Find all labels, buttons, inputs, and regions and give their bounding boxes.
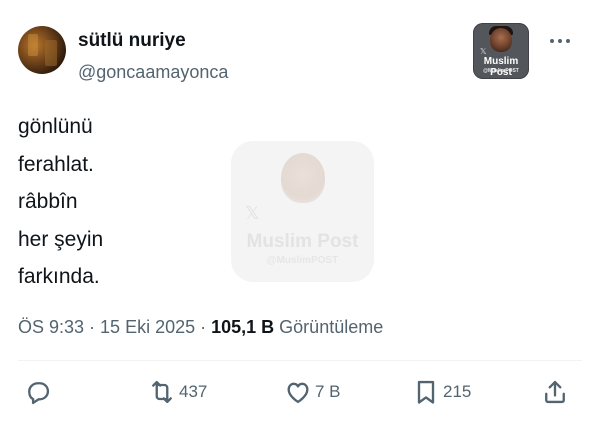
watermark-face xyxy=(281,153,325,203)
bookmark-count: 215 xyxy=(443,382,472,401)
tweet-line: gönlünü xyxy=(18,115,93,138)
watermark-handle: @MuslimPOST xyxy=(266,255,339,266)
meta-separator: · xyxy=(195,317,212,337)
tweet-text: gönlünü ferahlat. râbbîn her şeyin farkı… xyxy=(18,108,103,296)
brand-badge-face xyxy=(490,28,512,52)
author-display-name[interactable]: sütlü nuriye xyxy=(78,30,186,52)
watermark: 𝕏 Muslim Post @MuslimPOST xyxy=(231,141,374,282)
like-count: 7 B xyxy=(315,382,341,401)
tweet-line: her şeyin xyxy=(18,227,104,251)
retweet-button[interactable]: 437 xyxy=(148,375,207,409)
reply-button[interactable] xyxy=(24,375,52,409)
bookmark-button[interactable]: 215 xyxy=(412,375,471,409)
retweet-icon xyxy=(152,380,172,404)
more-icon[interactable] xyxy=(550,36,576,46)
tweet-time[interactable]: ÖS 9:33 xyxy=(18,317,84,337)
meta-separator: · xyxy=(84,317,101,337)
brand-badge-name: Muslim Post xyxy=(483,56,519,78)
share-icon xyxy=(545,380,565,404)
author-avatar[interactable] xyxy=(18,26,66,74)
views-count: 105,1 B xyxy=(211,317,275,337)
tweet-meta: ÖS 9:33 · 15 Eki 2025 · 105,1 B Görüntül… xyxy=(18,317,383,338)
brand-badge: 𝕏 Muslim Post @MuslimPOST xyxy=(473,23,529,79)
bookmark-icon xyxy=(417,380,435,404)
brand-badge-x-mark: 𝕏 xyxy=(480,47,487,56)
retweet-count: 437 xyxy=(179,382,208,401)
more-icon-dot xyxy=(558,39,562,43)
tweet-line: farkında. xyxy=(18,265,100,288)
tweet-date[interactable]: 15 Eki 2025 xyxy=(100,317,195,337)
author-handle[interactable]: @goncaamayonca xyxy=(78,62,228,83)
watermark-name: Muslim Post xyxy=(246,231,359,252)
brand-badge-handle: @MuslimPOST xyxy=(483,68,519,74)
share-button[interactable] xyxy=(541,375,569,409)
views-label: Görüntüleme xyxy=(274,317,384,337)
like-button[interactable]: 7 B xyxy=(284,375,341,409)
reply-icon xyxy=(28,382,50,405)
tweet-line: râbbîn xyxy=(18,190,78,213)
divider xyxy=(18,360,582,361)
watermark-x-mark: 𝕏 xyxy=(245,203,260,223)
tweet-line: ferahlat. xyxy=(18,152,94,176)
more-icon-dot xyxy=(566,39,570,43)
more-icon-dot xyxy=(550,39,554,43)
heart-icon xyxy=(287,382,309,404)
